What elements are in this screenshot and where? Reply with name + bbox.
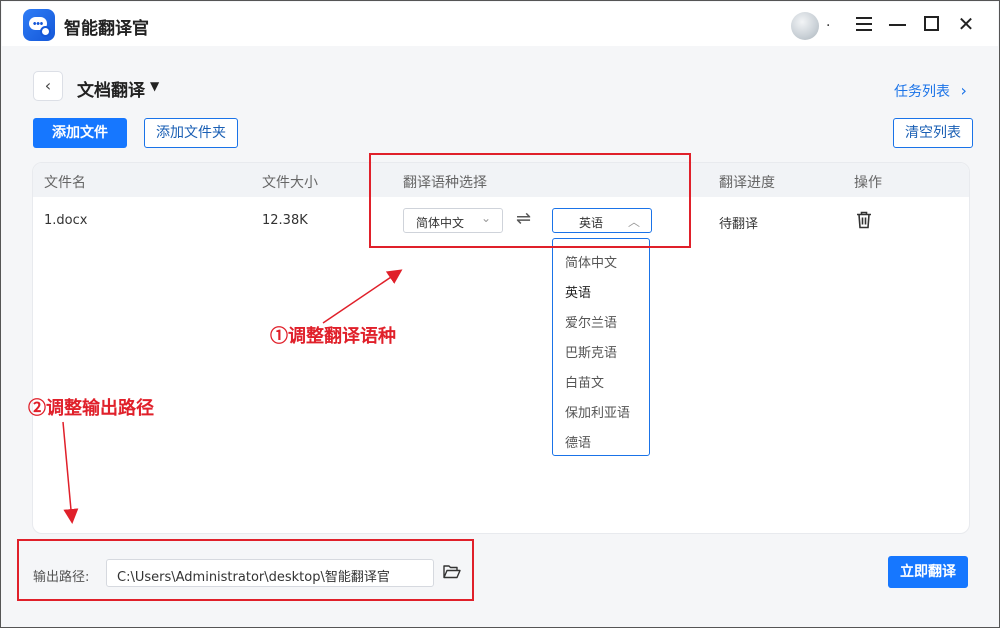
annotation-arrow-language [322,269,403,324]
output-path-field[interactable]: C:\Users\Administrator\desktop\智能翻译官 [106,559,434,587]
translate-now-button[interactable]: 立即翻译 [888,556,968,588]
annotation-arrows [62,269,403,524]
app-window: 智能翻译官 . ✕ ‹ 文档翻译 ▼ 任务列表 › 添加文件 添加文件夹 清空列… [0,0,1000,628]
annotation-step1: ①调整翻译语种 [270,326,396,347]
annotation-step2: ②调整输出路径 [28,398,154,419]
output-path-label: 输出路径: [33,570,90,585]
annotation-arrow-output-path [62,421,79,524]
folder-icon[interactable] [443,564,461,580]
